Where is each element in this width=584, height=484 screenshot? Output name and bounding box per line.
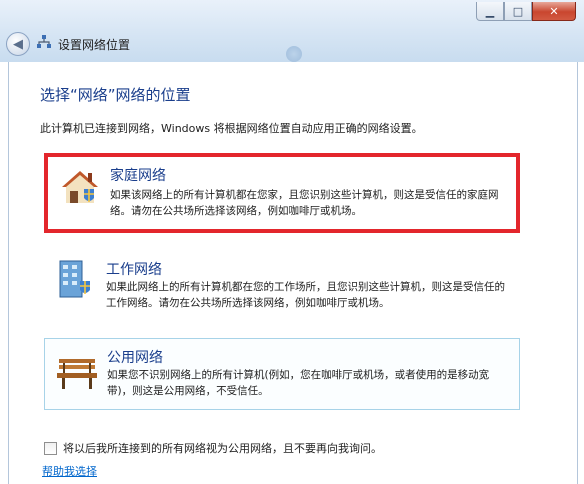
page-heading: 选择“网络”网络的位置 bbox=[40, 86, 191, 104]
page-description: 此计算机已连接到网络，Windows 将根据网络位置自动应用正确的网络设置。 bbox=[40, 122, 423, 135]
option-home-network[interactable]: 家庭网络 如果该网络上的所有计算机都在您家，且您识别这些计算机，则这是受信任的家… bbox=[44, 153, 520, 233]
back-button[interactable]: ◀ bbox=[6, 32, 30, 56]
option-description: 如果该网络上的所有计算机都在您家，且您识别这些计算机，则这是受信任的家庭网络。请… bbox=[110, 189, 499, 217]
option-work-network[interactable]: 工作网络 如果此网络上的所有计算机都在您的工作场所，且您识别这些计算机，则这是受… bbox=[44, 253, 520, 327]
close-icon: ✕ bbox=[549, 4, 559, 18]
caption-buttons: ▁ □ ✕ bbox=[476, 2, 576, 21]
option-title: 家庭网络 bbox=[110, 168, 166, 184]
public-default-checkbox-row[interactable]: 将以后我所连接到的所有网络视为公用网络，且不要再向我询问。 bbox=[44, 440, 382, 456]
option-title: 公用网络 bbox=[107, 350, 163, 366]
checkbox-label: 将以后我所连接到的所有网络视为公用网络，且不要再向我询问。 bbox=[63, 442, 382, 455]
public-default-checkbox[interactable] bbox=[44, 441, 57, 455]
window-title: 设置网络位置 bbox=[58, 38, 131, 52]
park-bench-icon bbox=[57, 359, 97, 389]
option-public-network[interactable]: 公用网络 如果您不识别网络上的所有计算机(例如，您在咖啡厅或机场，或者使用的是移… bbox=[44, 338, 520, 410]
office-building-icon bbox=[59, 260, 90, 298]
option-title: 工作网络 bbox=[106, 262, 162, 278]
option-description: 如果此网络上的所有计算机都在您的工作场所，且您识别这些计算机，则这是受信任的工作… bbox=[106, 281, 505, 309]
maximize-icon: □ bbox=[512, 4, 524, 18]
help-me-choose-link[interactable]: 帮助我选择 bbox=[42, 463, 97, 479]
decorative-orb bbox=[286, 46, 302, 62]
close-button[interactable]: ✕ bbox=[532, 2, 576, 21]
minimize-icon: ▁ bbox=[485, 4, 495, 18]
minimize-button[interactable]: ▁ bbox=[476, 2, 504, 21]
window-frame: ▁ □ ✕ ◀ 设置网络位置 bbox=[0, 0, 584, 62]
option-description: 如果您不识别网络上的所有计算机(例如，您在咖啡厅或机场，或者使用的是移动宽带)，… bbox=[107, 369, 490, 397]
network-icon bbox=[37, 35, 51, 48]
maximize-button[interactable]: □ bbox=[504, 2, 532, 21]
back-arrow-icon: ◀ bbox=[13, 36, 23, 52]
house-icon bbox=[62, 171, 98, 203]
